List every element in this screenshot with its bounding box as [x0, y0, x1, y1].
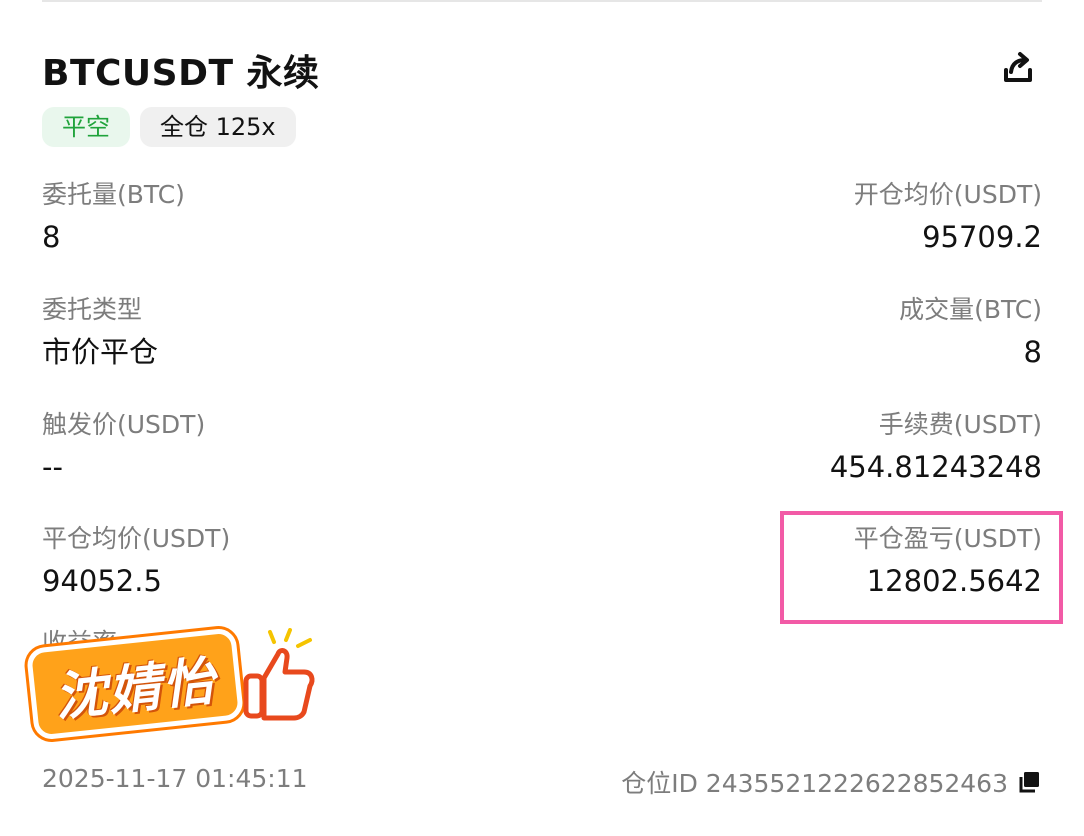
margin-leverage-badge: 全仓 125x	[140, 107, 296, 147]
copy-position-id-button[interactable]	[1016, 769, 1042, 795]
filled-qty-value: 8	[1023, 335, 1042, 369]
fee-field: 手续费(USDT) 454.81243248	[830, 410, 1042, 485]
order-type-field: 委托类型 市价平仓	[42, 295, 158, 370]
fee-value: 454.81243248	[829, 450, 1042, 484]
trigger-price-field: 触发价(USDT) --	[42, 410, 205, 485]
position-id-row: 仓位ID 2435521222622852463	[621, 764, 1042, 800]
order-timestamp: 2025-11-17 01:45:11	[42, 764, 308, 793]
share-icon	[1004, 52, 1032, 82]
open-avg-price-label: 开仓均价(USDT)	[853, 180, 1042, 209]
sticker-name-text: 沈婧怡	[51, 651, 220, 728]
page-title: BTCUSDT 永续	[42, 53, 320, 94]
filled-qty-label: 成交量(BTC)	[899, 295, 1042, 324]
thumbs-up-icon	[243, 628, 315, 721]
close-avg-price-value: 94052.5	[42, 564, 162, 598]
order-tags: 平空 全仓 125x	[42, 107, 296, 147]
side-badge: 平空	[42, 107, 130, 147]
order-type-value: 市价平仓	[42, 335, 159, 369]
pnl-highlight-box	[780, 511, 1063, 624]
filled-qty-field: 成交量(BTC) 8	[899, 295, 1042, 370]
order-qty-label: 委托量(BTC)	[42, 180, 185, 209]
open-avg-price-field: 开仓均价(USDT) 95709.2	[854, 180, 1042, 255]
fee-label: 手续费(USDT)	[878, 410, 1042, 439]
order-qty-field: 委托量(BTC) 8	[42, 180, 185, 255]
close-avg-price-field: 平仓均价(USDT) 94052.5	[42, 524, 230, 599]
order-type-label: 委托类型	[42, 295, 143, 324]
order-qty-value: 8	[42, 220, 61, 254]
trigger-price-label: 触发价(USDT)	[42, 410, 206, 439]
open-avg-price-value: 95709.2	[922, 220, 1042, 254]
share-button[interactable]	[996, 46, 1040, 90]
copy-icon	[1019, 772, 1039, 793]
top-divider	[42, 0, 1042, 2]
trigger-price-value: --	[42, 450, 63, 484]
close-avg-price-label: 平仓均价(USDT)	[42, 524, 231, 553]
sticker-name-badge: 沈婧怡	[25, 627, 245, 741]
position-id-text: 仓位ID 2435521222622852463	[621, 769, 1008, 798]
name-sticker: 沈婧怡	[25, 618, 320, 741]
